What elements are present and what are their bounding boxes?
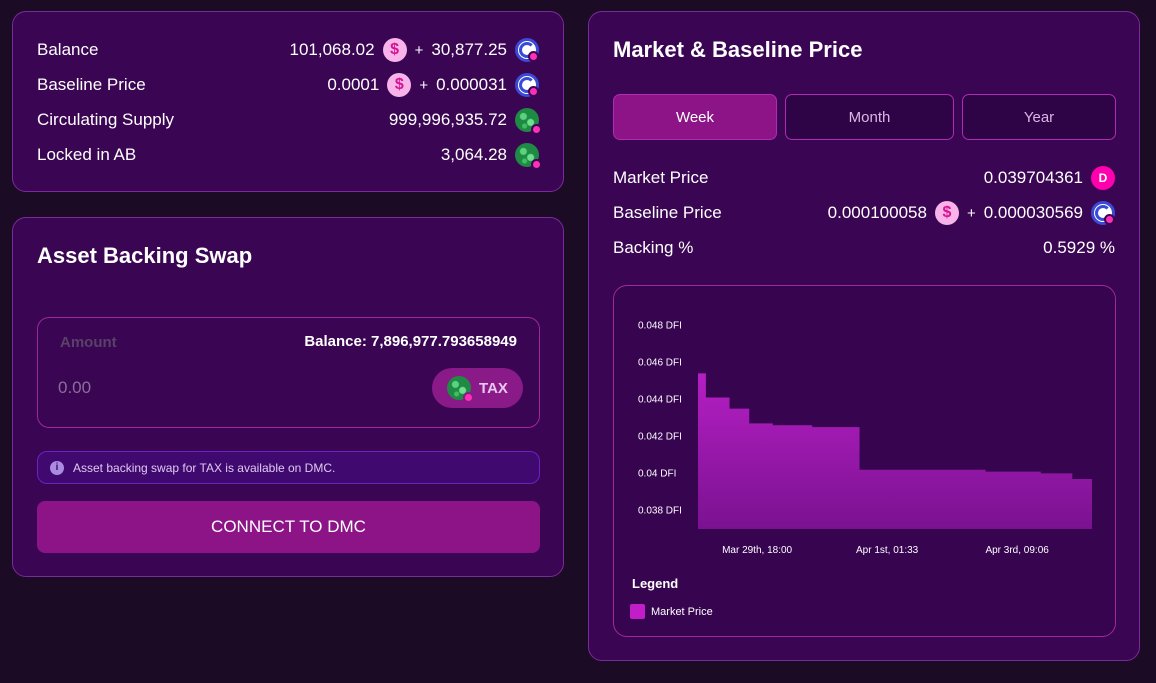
dollar-coin-icon: $ [934,201,959,225]
market-price-label: Market Price [613,168,709,187]
market-price-value: 0.039704361 [983,168,1083,187]
market-baseline-usd: 0.000100058 [827,203,927,222]
swap-balance[interactable]: Balance: 7,896,977.793658949 [304,333,517,350]
y-tick-label: 0.048 DFI [638,320,682,331]
plus-sign: + [419,76,429,94]
legend-title: Legend [632,576,679,591]
amount-label: Amount [60,334,117,351]
connect-to-dmc-button[interactable]: CONNECT TO DMC [37,501,540,553]
backing-row: Backing % 0.5929 % [613,235,1115,261]
market-price-row: Market Price 0.039704361 D [613,165,1115,191]
dollar-coin-icon: $ [387,73,412,97]
baseline-price-label: Baseline Price [37,75,146,94]
locked-in-ab-row: Locked in AB 3,064.28 [37,142,542,170]
token-select-button[interactable]: TAX [432,368,523,408]
swap-title: Asset Backing Swap [37,243,253,268]
y-tick-label: 0.044 DFI [638,394,682,405]
plus-sign: + [414,41,424,59]
tab-year[interactable]: Year [962,94,1116,140]
y-tick-label: 0.038 DFI [638,505,682,516]
dollar-coin-icon: $ [382,38,407,62]
g-token-icon [515,73,539,97]
y-tick-label: 0.04 DFI [638,468,676,479]
balances-card: Balance 101,068.02 $ + 30,877.25 Baselin… [12,11,564,192]
market-baseline-price-card: Market & Baseline Price Week Month Year … [588,11,1140,661]
market-title: Market & Baseline Price [613,37,863,62]
balance-value-usd: 101,068.02 [289,40,375,59]
dfi-token-icon: D [1091,166,1115,190]
info-text: Asset backing swap for TAX is available … [73,460,336,475]
market-baseline-g: 0.000030569 [983,203,1083,222]
backing-value: 0.5929 % [1043,238,1115,257]
y-tick-label: 0.046 DFI [638,357,682,368]
price-chart: 0.048 DFI 0.046 DFI 0.044 DFI 0.042 DFI 0.04… [613,285,1116,637]
locked-in-ab-value: 3,064.28 [440,145,507,164]
legend-label: Market Price [651,605,713,618]
g-token-icon [515,38,539,62]
tab-month[interactable]: Month [785,94,954,140]
circulating-supply-row: Circulating Supply 999,996,935.72 [37,107,542,135]
info-banner: i Asset backing swap for TAX is availabl… [37,451,540,484]
legend-item-market-price[interactable]: Market Price [630,604,713,619]
balance-label: Balance [37,40,99,59]
circulating-supply-label: Circulating Supply [37,110,175,129]
baseline-price-row: Baseline Price 0.0001 $ + 0.000031 [37,72,539,98]
tab-week[interactable]: Week [613,94,777,140]
tax-token-icon [515,108,542,135]
circulating-supply-value: 999,996,935.72 [388,110,507,129]
legend-swatch [630,604,645,619]
swap-input-box: Amount Balance: 7,896,977.793658949 TAX [37,317,540,428]
market-baseline-row: Baseline Price 0.000100058 $ + 0.0000305… [613,200,1115,226]
x-tick-label: Apr 3rd, 09:06 [985,545,1049,556]
balance-value-g: 30,877.25 [431,40,507,59]
market-baseline-label: Baseline Price [613,203,722,222]
backing-label: Backing % [613,238,694,257]
tax-token-icon [447,376,475,403]
baseline-price-usd: 0.0001 [327,75,380,94]
tax-token-icon [515,143,542,170]
x-tick-label: Mar 29th, 18:00 [722,545,792,556]
info-icon: i [50,460,64,475]
chart-svg: 0.048 DFI 0.046 DFI 0.044 DFI 0.042 DFI 0.04… [638,320,1092,556]
amount-input[interactable] [58,374,278,402]
x-tick-label: Apr 1st, 01:33 [856,545,919,556]
token-label: TAX [479,379,508,397]
asset-backing-swap-card: Asset Backing Swap Amount Balance: 7,896… [12,217,564,577]
market-price-area[interactable] [698,373,1092,529]
y-tick-label: 0.042 DFI [638,431,682,442]
baseline-price-g: 0.000031 [436,75,507,94]
g-token-icon [1091,201,1115,225]
plus-sign: + [966,204,976,222]
locked-in-ab-label: Locked in AB [37,145,137,164]
balance-row: Balance 101,068.02 $ + 30,877.25 [37,37,539,63]
